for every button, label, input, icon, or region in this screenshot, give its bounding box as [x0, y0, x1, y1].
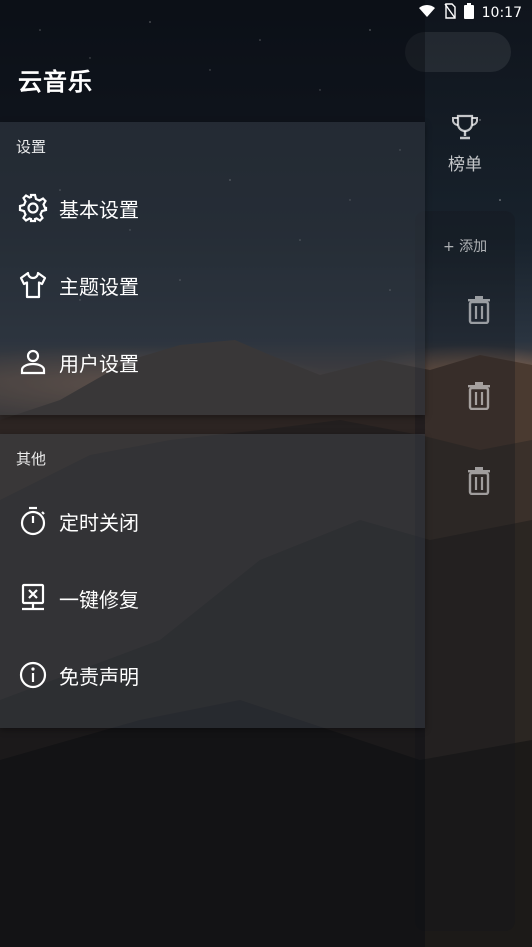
- repair-icon: [17, 582, 49, 614]
- info-icon: [17, 659, 49, 691]
- other-section: 其他 定时关闭 一键修复 免责声明: [0, 434, 425, 728]
- menu-item-user-settings[interactable]: 用户设置: [0, 332, 425, 392]
- nav-chart-label: 榜单: [448, 155, 482, 175]
- navigation-drawer: 云音乐 设置 基本设置 主题设置 用户设置 其他 定时关闭 一键修复 免责声明: [0, 0, 425, 947]
- menu-item-label: 用户设置: [59, 351, 139, 376]
- menu-item-label: 免责声明: [59, 664, 139, 689]
- menu-item-label: 主题设置: [59, 274, 139, 299]
- trash-icon[interactable]: [467, 382, 491, 414]
- trash-icon[interactable]: [467, 296, 491, 328]
- playlist-card: [415, 211, 515, 931]
- menu-item-label: 一键修复: [59, 587, 139, 612]
- menu-item-one-click-repair[interactable]: 一键修复: [0, 568, 425, 628]
- timer-icon: [17, 505, 49, 537]
- trophy-icon: [450, 114, 480, 146]
- status-time: 10:17: [481, 5, 522, 21]
- gear-icon: [17, 192, 49, 224]
- wifi-icon: [418, 4, 436, 22]
- menu-item-theme-settings[interactable]: 主题设置: [0, 255, 425, 315]
- settings-section: 设置 基本设置 主题设置 用户设置: [0, 122, 425, 415]
- battery-icon: [463, 3, 474, 23]
- tshirt-icon: [17, 269, 49, 301]
- menu-item-disclaimer[interactable]: 免责声明: [0, 645, 425, 705]
- app-title: 云音乐: [18, 68, 93, 96]
- menu-item-label: 定时关闭: [59, 510, 139, 535]
- user-icon: [17, 346, 49, 378]
- trash-icon[interactable]: [467, 467, 491, 499]
- no-sim-icon: [444, 3, 456, 23]
- menu-item-basic-settings[interactable]: 基本设置: [0, 178, 425, 238]
- add-button[interactable]: + 添加: [443, 236, 487, 256]
- menu-item-label: 基本设置: [59, 197, 139, 222]
- section-header-other: 其他: [16, 450, 47, 468]
- menu-item-sleep-timer[interactable]: 定时关闭: [0, 491, 425, 551]
- main-content: 榜单 + 添加: [405, 26, 532, 947]
- nav-chart[interactable]: 榜单: [441, 112, 489, 175]
- section-header-settings: 设置: [16, 138, 47, 156]
- status-bar: 10:17: [0, 0, 532, 26]
